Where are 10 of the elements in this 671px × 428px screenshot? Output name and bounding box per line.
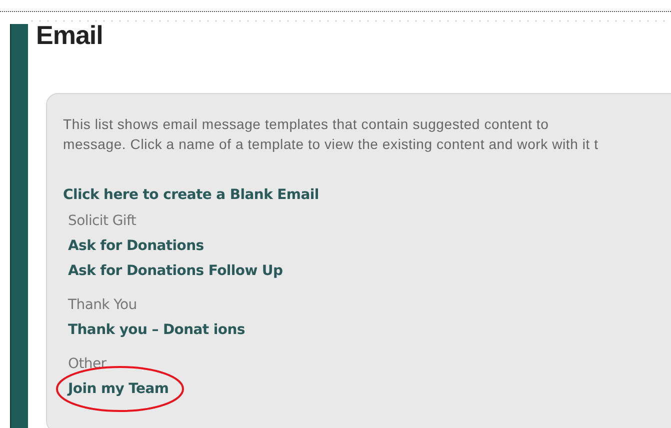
category-label: Solicit Gift xyxy=(68,212,138,231)
description-text: This list shows email message templates that contain suggested content to xyxy=(63,115,550,134)
template-link[interactable]: Ask for Donations xyxy=(68,238,204,254)
create-blank-email-link[interactable]: Click here to create a Blank Email xyxy=(63,187,671,203)
category-label: Other xyxy=(68,355,108,374)
category-label: Thank You xyxy=(68,296,138,315)
page-title: Email xyxy=(36,20,104,52)
template-link[interactable]: Ask for Donations Follow Up xyxy=(68,263,283,279)
template-link[interactable]: Thank you – Donat ions xyxy=(68,322,245,338)
description-text: message. Click a name of a template to view the existing content and work with it t xyxy=(63,135,600,154)
